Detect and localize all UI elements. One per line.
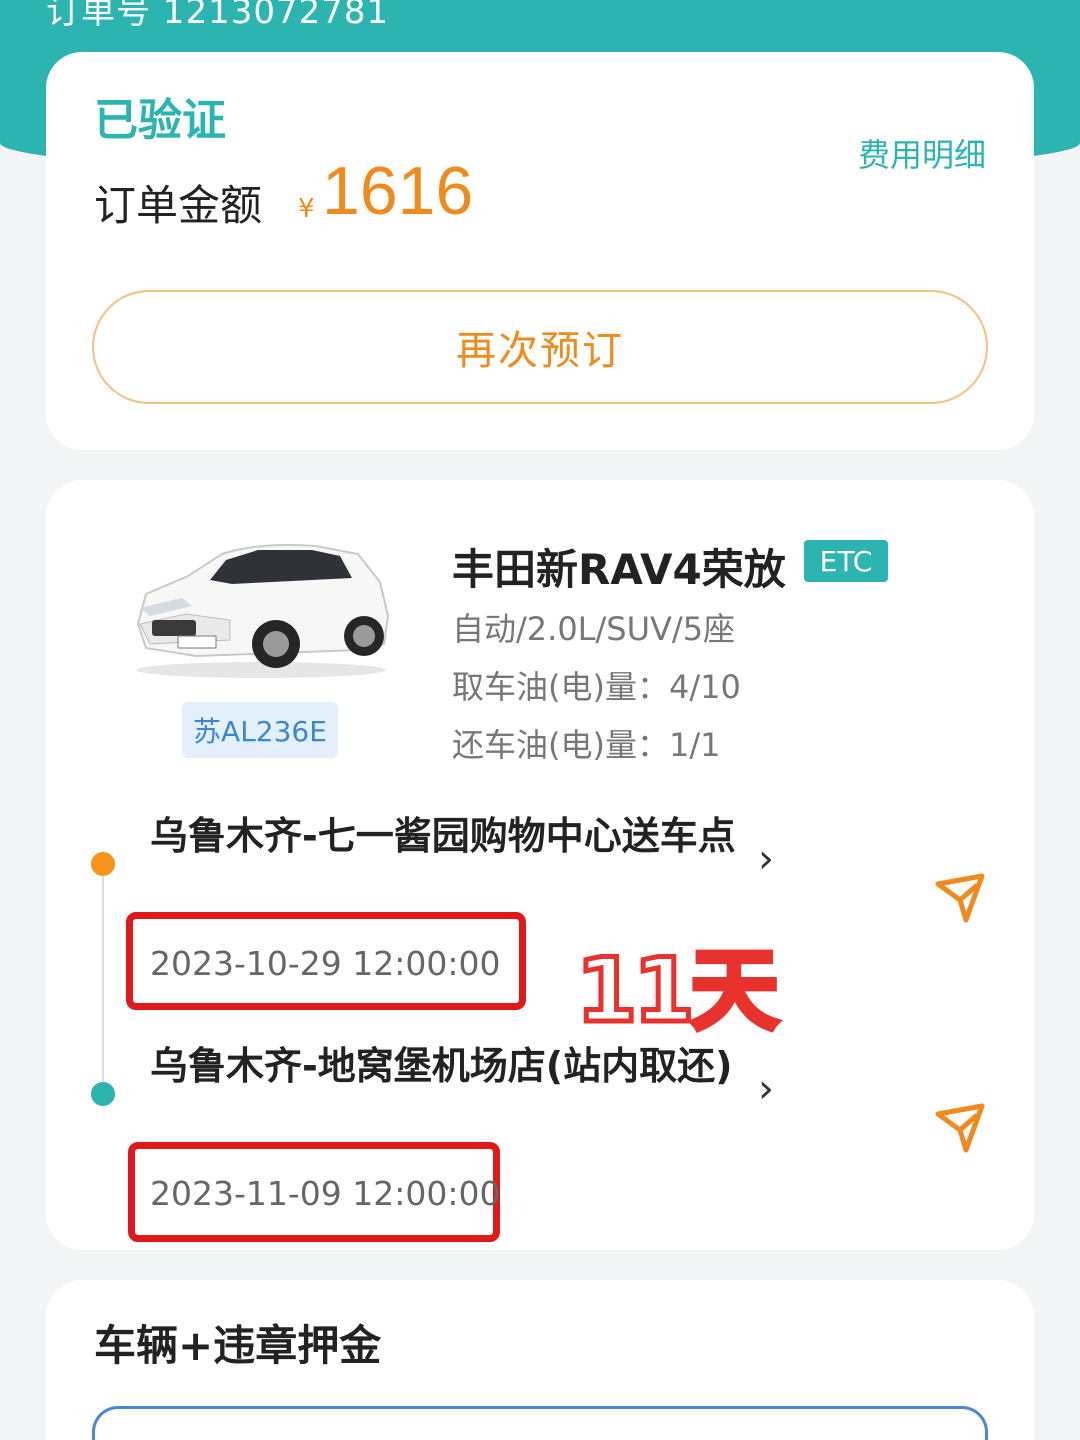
pickup-time: 2023-10-29 12:00:00	[150, 944, 501, 983]
fee-detail-link[interactable]: 费用明细	[858, 130, 986, 176]
deposit-title: 车辆+违章押金	[94, 1321, 382, 1370]
order-number: 订单号 1213072781	[46, 0, 390, 32]
paper-plane-icon[interactable]	[932, 1100, 988, 1156]
return-fuel-level: 还车油(电)量：1/1	[452, 726, 721, 764]
pickup-fuel-level: 取车油(电)量：4/10	[452, 668, 741, 706]
rebook-button[interactable]: 再次预订	[92, 290, 988, 404]
return-location[interactable]: 乌鲁木齐-地窝堡机场店(站内取还)	[150, 1040, 750, 1093]
deposit-detail-box[interactable]	[92, 1406, 988, 1440]
car-model-name: 丰田新RAV4荣放	[452, 545, 786, 594]
pickup-location[interactable]: 乌鲁木齐-七一酱园购物中心送车点	[150, 810, 750, 863]
rental-days-annotation: 11天	[573, 937, 780, 1045]
order-status-card: 已验证 费用明细 订单金额 ¥ 1616 再次预订	[46, 52, 1034, 450]
license-plate: 苏AL236E	[182, 702, 338, 758]
order-amount: 1616	[322, 153, 474, 229]
currency-symbol: ¥	[298, 194, 315, 224]
return-time: 2023-11-09 12:00:00	[150, 1174, 501, 1213]
teal-dot-icon	[91, 1082, 115, 1106]
orange-dot-icon	[91, 852, 115, 876]
order-detail-page: 订单号 1213072781 已验证 费用明细 订单金额 ¥ 1616 再次预订…	[0, 0, 1080, 1440]
paper-plane-icon[interactable]	[932, 870, 988, 926]
car-image	[136, 544, 390, 678]
amount-label: 订单金额	[94, 181, 263, 230]
route-timeline-line	[102, 864, 104, 1094]
car-info-card: 苏AL236E 丰田新RAV4荣放 ETC 自动/2.0L/SUV/5座 取车油…	[46, 480, 1034, 1250]
etc-badge: ETC	[804, 540, 888, 582]
chevron-right-icon[interactable]: ›	[758, 836, 774, 882]
chevron-right-icon[interactable]: ›	[758, 1066, 774, 1112]
order-status: 已验证	[94, 95, 226, 146]
car-spec: 自动/2.0L/SUV/5座	[452, 610, 736, 648]
deposit-card: 车辆+违章押金	[46, 1280, 1034, 1440]
